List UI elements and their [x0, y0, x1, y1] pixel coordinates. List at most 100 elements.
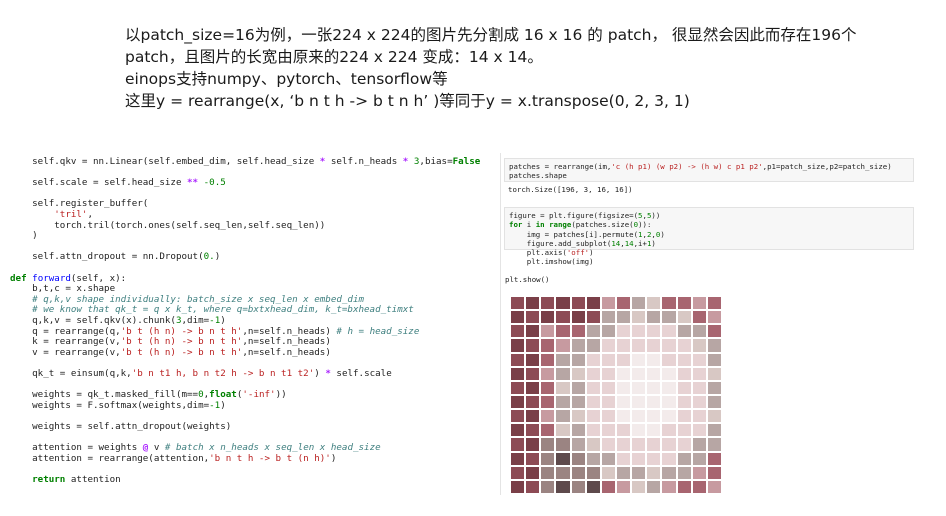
image-patch: [617, 311, 631, 324]
code-token: weights = self.attn_dropout(weights): [10, 420, 232, 432]
image-patch: [526, 297, 540, 310]
image-patch: [707, 438, 721, 451]
image-patch: [707, 410, 721, 423]
image-patch: [692, 480, 706, 493]
image-patch: [662, 438, 676, 451]
image-patch: [571, 381, 585, 394]
image-patch: [571, 466, 585, 479]
image-patch: [541, 339, 555, 352]
image-patch: [707, 480, 721, 493]
image-patch: [692, 438, 706, 451]
code-token: ): [660, 229, 665, 239]
image-patch: [571, 339, 585, 352]
code-token: # we know that qk_t = q x k_t, where q=b…: [32, 304, 414, 316]
image-patch: [601, 353, 615, 366]
image-patch: [541, 311, 555, 324]
image-patch: [692, 452, 706, 465]
code-token: 'c (h p1) (w p2) -> (h w) c p1 p2': [611, 162, 763, 171]
image-patch: [692, 367, 706, 380]
image-patch: [556, 325, 570, 338]
code-token: attention: [65, 473, 121, 485]
cell-code: patches = rearrange(im,'c (h p1) (w p2) …: [505, 159, 913, 184]
code-token: ,dim=: [181, 314, 210, 326]
output-text: torch.Size([196, 3, 16, 16]): [508, 185, 633, 194]
image-patch: [632, 353, 646, 366]
code-line: img = patches[i].permute(1,2,0): [509, 230, 909, 239]
code-token: def: [10, 272, 27, 284]
code-line: attention = rearrange(attention,'b n t h…: [10, 453, 480, 465]
code-token: self.attn_dropout = nn.Dropout(: [10, 251, 204, 263]
output-shape: torch.Size([196, 3, 16, 16]): [508, 185, 633, 194]
image-patch: [601, 424, 615, 437]
code-line: self.scale = self.head_size ** -0.5: [10, 177, 480, 189]
image-patch: [632, 339, 646, 352]
image-patch: [526, 466, 540, 479]
image-patch: [632, 452, 646, 465]
image-patch: [617, 396, 631, 409]
image-patch: [586, 410, 600, 423]
image-patch: [662, 452, 676, 465]
image-patch: [526, 452, 540, 465]
image-patch: [586, 452, 600, 465]
image-patch: [511, 311, 525, 324]
code-token: q,k,v = self.qkv(x).chunk(: [10, 314, 176, 326]
image-patch: [662, 424, 676, 437]
code-line: figure.add_subplot(14,14,i+1): [509, 239, 909, 248]
image-patch: [541, 438, 555, 451]
code-token: )): [651, 211, 661, 220]
image-patch: [571, 424, 585, 437]
code-token: plt.axis(: [509, 248, 567, 258]
code-token: patches = rearrange(im,: [509, 162, 612, 171]
image-patch: [647, 480, 661, 493]
code-token: # h = head_size: [336, 325, 420, 337]
image-patch: [586, 396, 600, 409]
image-patch: [707, 466, 721, 479]
image-patch: [526, 480, 540, 493]
code-token: torch.tril(torch.ones(self.seq_len,self.…: [10, 219, 326, 231]
image-patch: [617, 297, 631, 310]
image-patch: [541, 480, 555, 493]
image-patch: [556, 452, 570, 465]
image-patch: [541, 325, 555, 338]
image-patch: [662, 353, 676, 366]
image-patch: [556, 424, 570, 437]
code-token: 14: [611, 238, 621, 248]
image-patch: [526, 353, 540, 366]
code-token: ): [589, 248, 594, 258]
image-patch: [647, 339, 661, 352]
image-patch: [662, 410, 676, 423]
code-token: ): [220, 399, 226, 411]
image-patch: [601, 396, 615, 409]
image-patch: [511, 438, 525, 451]
image-patch: [571, 297, 585, 310]
image-patch: [662, 297, 676, 310]
code-line: self.qkv = nn.Linear(self.embed_dim, sel…: [10, 156, 480, 168]
image-patch: [571, 410, 585, 423]
code-token: )): [275, 389, 287, 401]
note-line: 这里y = rearrange(x, ‘b n t h -> b t n h’ …: [125, 92, 690, 110]
image-patch: [571, 480, 585, 493]
image-patch: [677, 424, 691, 437]
code-token: )):: [638, 220, 652, 230]
code-token: range: [549, 220, 572, 230]
code-token: # q,k,v shape individually: batch_size x…: [32, 293, 365, 305]
attention-code-block: self.qkv = nn.Linear(self.embed_dim, sel…: [10, 156, 480, 486]
image-patch: [677, 466, 691, 479]
image-patch: [632, 325, 646, 338]
image-patch: [632, 424, 646, 437]
image-patch: [556, 297, 570, 310]
image-patch: [647, 353, 661, 366]
code-token: float: [209, 389, 237, 401]
image-patch: [692, 381, 706, 394]
code-line: self.attn_dropout = nn.Dropout(0.): [10, 252, 480, 263]
code-line: return attention: [10, 473, 480, 486]
code-token: 'b t (h n) -> b n t h': [120, 325, 243, 337]
code-token: 14: [624, 238, 634, 248]
image-patch: [526, 325, 540, 338]
code-line: weights = F.softmax(weights,dim=-1): [10, 399, 480, 412]
code-token: ,: [87, 208, 94, 220]
code-token: 'b t (h n) -> b n t h': [120, 336, 243, 348]
